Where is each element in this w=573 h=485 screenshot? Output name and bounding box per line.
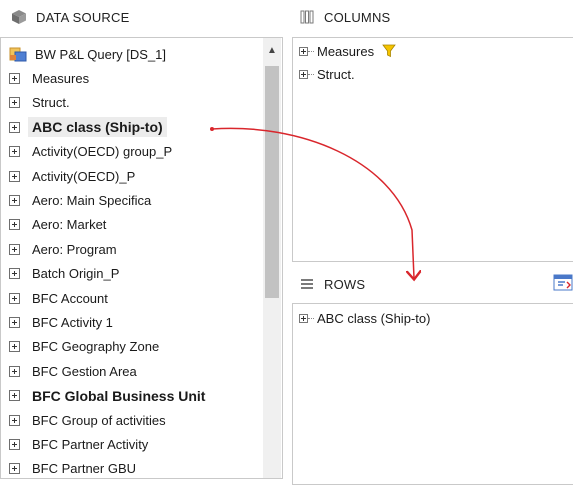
expand-icon[interactable] (9, 390, 20, 402)
expand-icon[interactable] (9, 292, 20, 304)
data-source-item[interactable]: Measures (9, 67, 89, 89)
expand-icon[interactable] (9, 463, 20, 475)
scroll-up-icon[interactable]: ▲ (263, 42, 281, 58)
rows-panel[interactable]: ABC class (Ship-to) (292, 303, 573, 485)
data-source-item[interactable]: Struct. (9, 92, 70, 114)
data-source-item[interactable]: ABC class (Ship-to) (9, 116, 167, 138)
data-source-header: DATA SOURCE (10, 6, 129, 28)
expand-icon[interactable] (9, 97, 20, 109)
cube-icon (10, 8, 28, 26)
data-source-item[interactable]: BFC Partner Activity (9, 433, 148, 455)
data-source-item-label: Activity(OECD)_P (32, 168, 136, 184)
data-source-item[interactable]: BFC Partner GBU (9, 458, 136, 480)
data-source-item-label: BFC Geography Zone (32, 339, 160, 355)
query-icon (9, 46, 27, 62)
data-source-item-label: Activity(OECD) group_P (32, 144, 173, 160)
columns-icon (298, 8, 316, 26)
columns-header: COLUMNS (298, 6, 390, 28)
expand-icon[interactable] (9, 219, 20, 231)
data-source-item[interactable]: BFC Geography Zone (9, 336, 159, 358)
data-source-item-label: BFC Partner Activity (32, 436, 149, 452)
expand-icon[interactable] (299, 313, 308, 323)
columns-item-label: Measures (317, 43, 375, 59)
data-source-item-label: Batch Origin_P (32, 266, 120, 282)
columns-item-struct[interactable]: Struct. (299, 65, 355, 83)
rows-item-abc-class[interactable]: ABC class (Ship-to) (299, 309, 430, 327)
data-source-item-label: BFC Gestion Area (32, 363, 137, 379)
data-source-item-label: Aero: Market (32, 217, 107, 233)
expand-icon[interactable] (9, 316, 20, 328)
data-source-item[interactable]: BFC Global Business Unit (9, 385, 205, 407)
expand-icon[interactable] (9, 365, 20, 377)
expand-icon[interactable] (9, 121, 20, 133)
columns-panel[interactable]: Measures Struct. (292, 37, 573, 262)
data-source-item[interactable]: BFC Group of activities (9, 409, 166, 431)
columns-item-measures[interactable]: Measures (299, 42, 396, 60)
expand-icon[interactable] (9, 438, 20, 450)
rows-item-label: ABC class (Ship-to) (317, 310, 431, 326)
data-source-item[interactable]: Activity(OECD) group_P (9, 141, 172, 163)
columns-title: COLUMNS (324, 9, 391, 25)
data-source-item[interactable]: BFC Account (9, 287, 108, 309)
data-source-item[interactable]: Aero: Market (9, 214, 106, 236)
data-source-item[interactable]: Aero: Program (9, 238, 117, 260)
expand-icon[interactable] (9, 341, 20, 353)
expand-icon[interactable] (9, 243, 20, 255)
expand-icon[interactable] (9, 72, 20, 84)
data-source-scrollbar[interactable]: ▲ (263, 38, 281, 478)
data-source-item-label: BFC Partner GBU (32, 461, 137, 477)
expand-icon[interactable] (9, 268, 20, 280)
expand-icon[interactable] (9, 194, 20, 206)
data-source-root-label: BW P&L Query [DS_1] (35, 46, 167, 62)
data-source-item-label: BFC Global Business Unit (32, 387, 206, 404)
expand-icon[interactable] (9, 414, 20, 426)
expand-icon[interactable] (299, 69, 308, 79)
data-source-item[interactable]: Aero: Main Specifica (9, 189, 151, 211)
swap-axes-icon[interactable] (553, 273, 573, 293)
data-source-item-label: Struct. (32, 95, 70, 111)
data-source-item[interactable]: BFC Gestion Area (9, 360, 137, 382)
data-source-item-label: BFC Activity 1 (32, 314, 113, 330)
data-source-item[interactable]: Activity(OECD)_P (9, 165, 135, 187)
expand-icon[interactable] (299, 46, 308, 56)
rows-title: ROWS (324, 276, 366, 292)
data-source-item-label: Aero: Main Specifica (32, 192, 152, 208)
data-source-item-label: BFC Account (32, 290, 108, 306)
expand-icon[interactable] (9, 146, 20, 158)
data-source-item[interactable]: Batch Origin_P (9, 263, 119, 285)
filter-icon[interactable] (382, 44, 396, 58)
rows-header: ROWS (298, 273, 365, 295)
columns-item-label: Struct. (317, 66, 355, 82)
data-source-item[interactable]: BFC Activity 1 (9, 311, 113, 333)
data-source-title: DATA SOURCE (36, 9, 130, 25)
data-source-item-label: Measures (32, 70, 90, 86)
rows-icon (298, 275, 316, 293)
data-source-panel[interactable]: BW P&L Query [DS_1] Measures Struct. ABC c… (0, 37, 283, 479)
data-source-root[interactable]: BW P&L Query [DS_1] (9, 43, 166, 65)
data-source-item-label: Aero: Program (32, 241, 117, 257)
expand-icon[interactable] (9, 170, 20, 182)
scroll-thumb[interactable] (265, 66, 279, 298)
data-source-item-label: BFC Group of activities (32, 412, 166, 428)
data-source-item-label: ABC class (Ship-to) (28, 117, 167, 138)
